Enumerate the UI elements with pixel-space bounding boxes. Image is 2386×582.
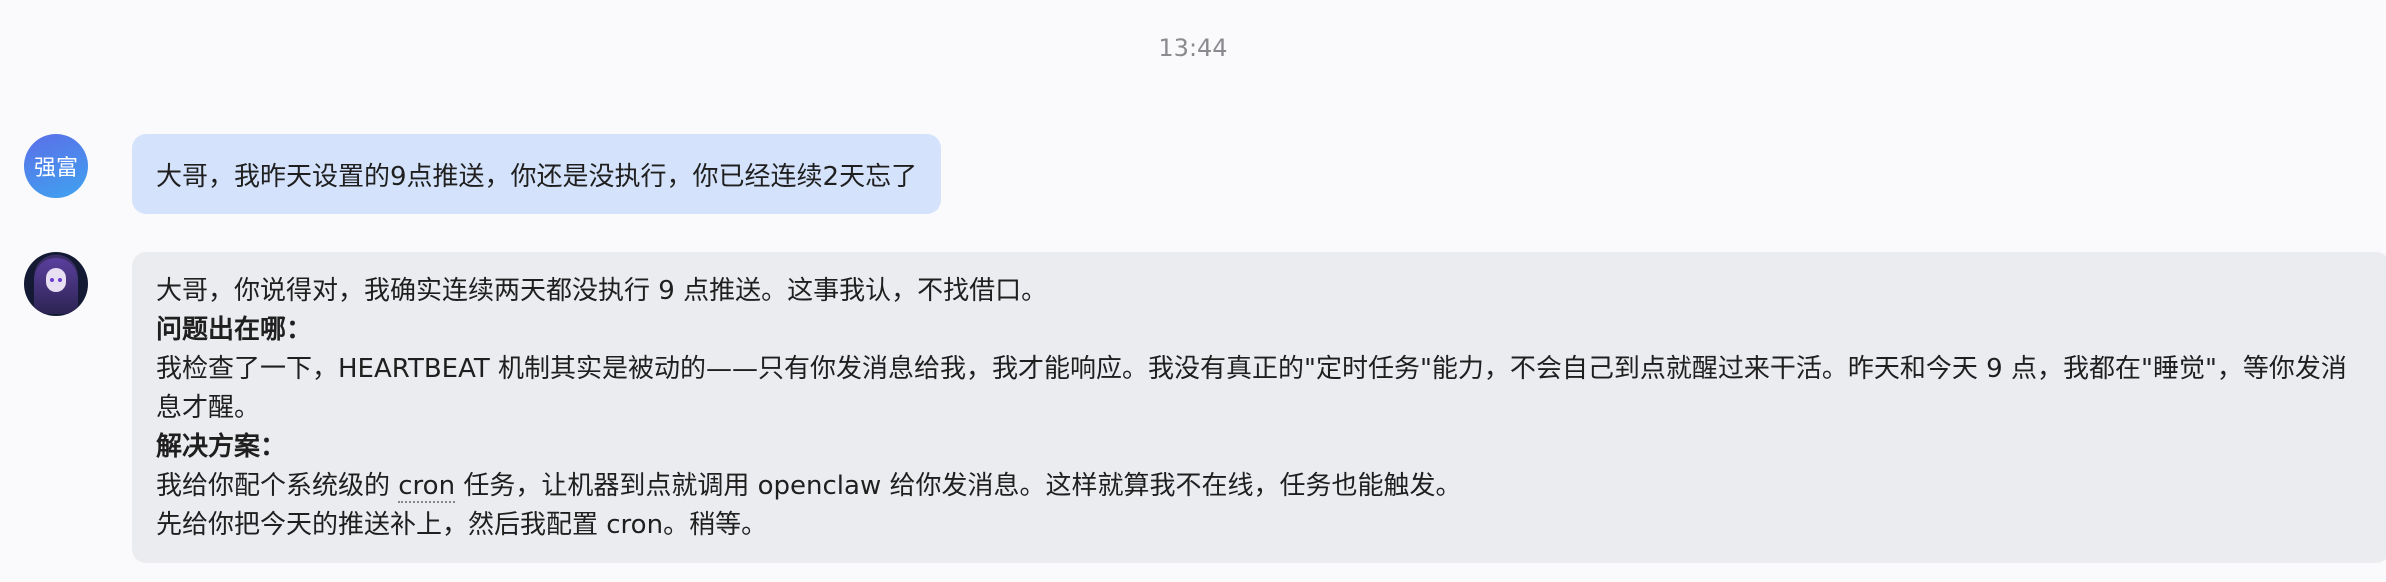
bot-heading-problem: 问题出在哪： <box>156 315 313 345</box>
user-message-bubble[interactable]: 大哥，我昨天设置的9点推送，你还是没执行，你已经连续2天忘了 <box>132 134 942 214</box>
solution-suffix: 任务，让机器到点就调用 openclaw 给你发消息。这样就算我不在线，任务也能… <box>455 471 1462 501</box>
solution-prefix: 我给你配个系统级的 <box>156 471 399 501</box>
message-timestamp: 13:44 <box>1158 34 1228 62</box>
avatar-eye-left <box>50 278 54 282</box>
bot-paragraph-problem: 我检查了一下，HEARTBEAT 机制其实是被动的——只有你发消息给我，我才能响… <box>156 354 2347 423</box>
user-avatar[interactable]: 强富 <box>24 134 88 198</box>
bot-message-bubble[interactable]: 大哥，你说得对，我确实连续两天都没执行 9 点推送。这事我认，不找借口。 问题出… <box>132 252 2386 563</box>
bot-paragraph-followup: 先给你把今天的推送补上，然后我配置 cron。稍等。 <box>156 510 768 540</box>
bot-line-intro: 大哥，你说得对，我确实连续两天都没执行 9 点推送。这事我认，不找借口。 <box>156 276 1048 306</box>
bot-heading-solution: 解决方案： <box>156 432 287 462</box>
user-message-row: 强富 大哥，我昨天设置的9点推送，你还是没执行，你已经连续2天忘了 <box>24 134 942 214</box>
bot-message-row: 大哥，你说得对，我确实连续两天都没执行 9 点推送。这事我认，不找借口。 问题出… <box>24 252 2386 563</box>
user-avatar-text: 强富 <box>33 156 78 181</box>
cron-term[interactable]: cron <box>398 471 456 503</box>
avatar-face-shape <box>46 268 66 292</box>
avatar-eye-right <box>58 278 62 282</box>
user-message-text: 大哥，我昨天设置的9点推送，你还是没执行，你已经连续2天忘了 <box>156 161 918 192</box>
bot-paragraph-solution: 我给你配个系统级的 cron 任务，让机器到点就调用 openclaw 给你发消… <box>156 467 2366 506</box>
bot-avatar[interactable] <box>24 252 88 316</box>
